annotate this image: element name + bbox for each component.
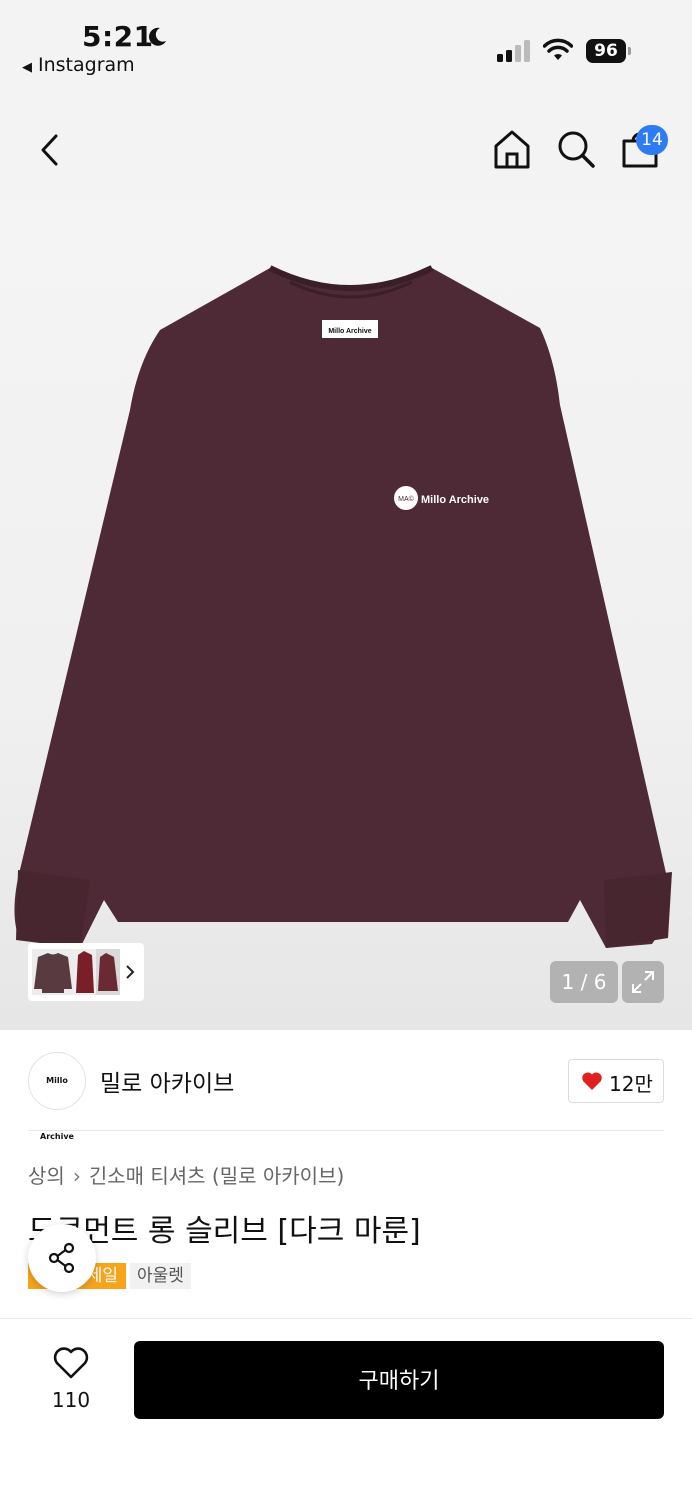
battery-nub xyxy=(628,47,631,55)
back-to-app-link[interactable]: ◀ Instagram xyxy=(22,54,135,76)
brand-name[interactable]: 밀로 아카이브 xyxy=(100,1064,234,1098)
buy-button[interactable]: 구매하기 xyxy=(134,1341,664,1419)
heart-outline-icon xyxy=(53,1347,89,1379)
back-triangle-icon: ◀ xyxy=(22,60,32,75)
product-image: Millo Archive MA© Millo Archive xyxy=(14,265,672,948)
brand-like-count: 12만 xyxy=(609,1072,653,1096)
search-icon[interactable] xyxy=(555,128,597,170)
thumbnail-images[interactable] xyxy=(32,949,122,995)
chevron-right-icon[interactable] xyxy=(124,964,136,980)
home-icon[interactable] xyxy=(491,128,533,170)
breadcrumb: 상의 › 긴소매 티셔츠 (밀로 아카이브) xyxy=(28,1160,344,1189)
moon-icon xyxy=(149,27,166,46)
share-icon xyxy=(48,1242,75,1274)
outlet-tag: 아울렛 xyxy=(130,1263,191,1289)
breadcrumb-item[interactable]: 상의 xyxy=(28,1164,65,1188)
heart-filled-icon xyxy=(582,1072,602,1090)
battery-icon: 96 xyxy=(586,39,632,63)
back-chevron-icon[interactable] xyxy=(34,130,66,170)
bottom-bar-divider xyxy=(0,1318,692,1319)
expand-button[interactable] xyxy=(622,961,664,1003)
brand-like-button[interactable]: 12만 xyxy=(568,1059,664,1103)
status-time: 5:21 xyxy=(82,20,154,53)
divider xyxy=(28,1130,664,1131)
wifi-icon xyxy=(543,38,573,60)
cellular-signal-icon xyxy=(497,40,530,62)
neck-label-text: Millo Archive xyxy=(328,328,371,335)
chest-logo-mark: MA© xyxy=(398,495,415,503)
cart-count-badge: 14 xyxy=(636,125,668,155)
battery-level: 96 xyxy=(586,39,626,63)
thumbnail-strip[interactable] xyxy=(28,943,144,1001)
page-indicator: 1 / 6 xyxy=(550,961,618,1003)
breadcrumb-item[interactable]: 긴소매 티셔츠 (밀로 아카이브) xyxy=(89,1164,344,1188)
share-button[interactable] xyxy=(28,1224,96,1292)
wishlist-count: 110 xyxy=(51,1388,91,1412)
wishlist-button[interactable]: 110 xyxy=(36,1344,106,1414)
breadcrumb-separator-icon: › xyxy=(72,1164,81,1188)
product-image-gallery[interactable]: Millo Archive MA© Millo Archive 1 / 6 xyxy=(0,200,692,1030)
brand-logo[interactable]: Millo Archive xyxy=(28,1052,86,1141)
back-app-label: Instagram xyxy=(38,54,135,76)
chest-logo-text: Millo Archive xyxy=(421,494,489,506)
expand-icon xyxy=(632,971,654,993)
